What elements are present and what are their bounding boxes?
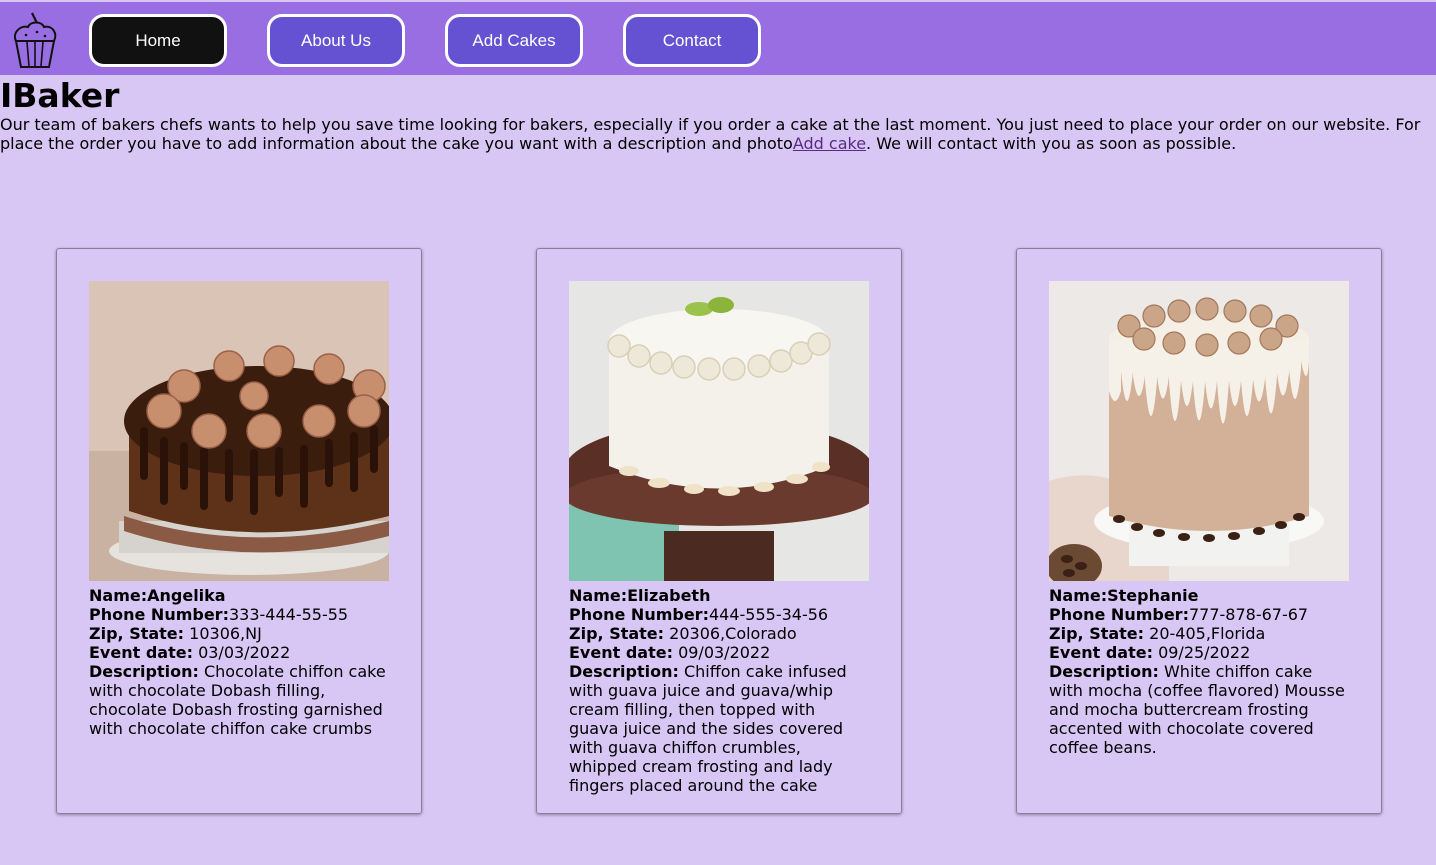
description-line: coffee beans. (1049, 738, 1157, 757)
zip-state-label: Zip, State: (569, 624, 665, 643)
event-date-value: 09/25/2022 (1158, 643, 1251, 662)
mocha-cake-photo (1049, 281, 1349, 581)
event-date-value: 03/03/2022 (198, 643, 291, 662)
description-line: whipped cream frosting and lady (569, 757, 833, 776)
cupcake-icon[interactable] (10, 11, 60, 69)
description-line: Chiffon cake infused (683, 662, 847, 681)
description-label: Description: (569, 662, 679, 681)
page-title: IBaker (0, 76, 120, 115)
description-line: and mocha buttercream frosting (1049, 700, 1309, 719)
description-line: with chocolate chiffon cake crumbs (89, 719, 373, 738)
nav-add-cakes-button[interactable]: Add Cakes (445, 14, 583, 67)
nav-home-button[interactable]: Home (89, 14, 227, 67)
top-navigation-bar: Home About Us Add Cakes Contact (0, 2, 1436, 75)
description-line: with guava juice and guava/whip (569, 681, 834, 700)
nav-about-us-button[interactable]: About Us (267, 14, 405, 67)
phone-value: 444-555-34-56 (708, 605, 829, 624)
phone-label: Phone Number: (89, 605, 229, 624)
description-line: with chocolate Dobash filling, (89, 681, 326, 700)
customer-name: Angelika (147, 586, 226, 605)
add-cake-link[interactable]: Add cake (793, 134, 866, 153)
phone-label: Phone Number: (569, 605, 709, 624)
customer-name: Stephanie (1107, 586, 1199, 605)
phone-value: 333-444-55-55 (228, 605, 349, 624)
description-label: Description: (89, 662, 199, 681)
description-line: guava juice and the sides covered (569, 719, 844, 738)
intro-line-1: Our team of bakers chefs wants to help y… (0, 115, 1421, 134)
zip-state-value: 10306,NJ (189, 624, 262, 643)
nav-contact-button[interactable]: Contact (623, 14, 761, 67)
name-label: Name: (89, 586, 148, 605)
name-label: Name: (1049, 586, 1108, 605)
cake-card: Name:Elizabeth Phone Number:444-555-34-5… (536, 248, 902, 814)
description-label: Description: (1049, 662, 1159, 681)
customer-name: Elizabeth (627, 586, 711, 605)
zip-state-value: 20306,Colorado (669, 624, 797, 643)
event-date-label: Event date: (569, 643, 673, 662)
zip-state-label: Zip, State: (1049, 624, 1145, 643)
description-line: White chiffon cake (1163, 662, 1313, 681)
description-line: Chocolate chiffon cake (203, 662, 386, 681)
cake-card: Name:Stephanie Phone Number:777-878-67-6… (1016, 248, 1382, 814)
zip-state-value: 20-405,Florida (1149, 624, 1266, 643)
cake-info: Name:Elizabeth Phone Number:444-555-34-5… (569, 586, 879, 795)
cake-info: Name:Angelika Phone Number:333-444-55-55… (89, 586, 399, 738)
intro-text-end: . We will contact with you as soon as po… (866, 134, 1237, 153)
description-line: chocolate Dobash frosting garnished (89, 700, 383, 719)
guava-cake-photo (569, 281, 869, 581)
description-line: with guava chiffon crumbles, (569, 738, 801, 757)
event-date-value: 09/03/2022 (678, 643, 771, 662)
description-line: fingers placed around the cake (569, 776, 818, 795)
chocolate-cake-photo (89, 281, 389, 581)
event-date-label: Event date: (89, 643, 193, 662)
description-line: accented with chocolate covered (1049, 719, 1314, 738)
description-line: cream filling, then topped with (569, 700, 816, 719)
cake-card: Name:Angelika Phone Number:333-444-55-55… (56, 248, 422, 814)
zip-state-label: Zip, State: (89, 624, 185, 643)
phone-label: Phone Number: (1049, 605, 1189, 624)
intro-line-2: place the order you have to add informat… (0, 134, 1436, 153)
event-date-label: Event date: (1049, 643, 1153, 662)
intro-text: place the order you have to add informat… (0, 134, 793, 153)
name-label: Name: (569, 586, 628, 605)
intro-paragraph: Our team of bakers chefs wants to help y… (0, 115, 1436, 153)
phone-value: 777-878-67-67 (1188, 605, 1309, 624)
cake-info: Name:Stephanie Phone Number:777-878-67-6… (1049, 586, 1359, 757)
description-line: with mocha (coffee flavored) Mousse (1049, 681, 1345, 700)
